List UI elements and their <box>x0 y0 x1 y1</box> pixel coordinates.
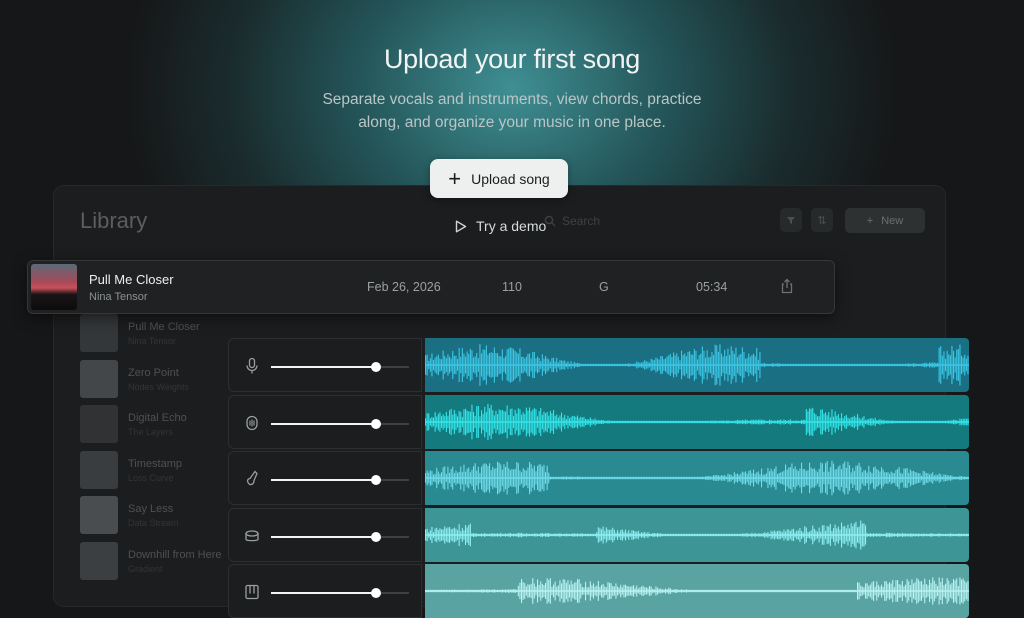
play-icon <box>455 220 467 232</box>
list-item-artist: Data Stream <box>128 518 179 528</box>
list-item-title: Timestamp <box>128 457 182 470</box>
subtitle-line-2: along, and organize your music in one pl… <box>358 114 666 131</box>
list-item-title: Digital Echo <box>128 412 187 424</box>
album-cover <box>31 264 77 310</box>
song-thumbnail <box>80 541 118 580</box>
volume-slider-knob[interactable] <box>370 531 381 542</box>
page-subtitle: Separate vocals and instruments, view ch… <box>0 88 1024 134</box>
plus-icon: + <box>866 214 874 227</box>
song-row[interactable]: Pull Me Closer Nina Tensor Feb 26, 2026 … <box>27 260 835 314</box>
volume-slider[interactable] <box>271 531 409 542</box>
song-thumbnail <box>80 314 118 352</box>
song-key: G <box>599 280 609 294</box>
try-demo-button[interactable]: Try a demo <box>455 218 546 234</box>
drum-icon <box>245 529 259 541</box>
upload-song-button[interactable]: + Upload song <box>430 159 568 198</box>
waveform[interactable] <box>425 394 969 449</box>
song-thumbnail <box>80 450 118 489</box>
volume-slider-knob[interactable] <box>370 588 381 598</box>
sort-button[interactable]: ⇅ <box>811 208 833 232</box>
filter-icon <box>787 217 795 224</box>
subtitle-line-1: Separate vocals and instruments, view ch… <box>322 91 702 108</box>
list-item-artist: Loss Curve <box>128 472 174 483</box>
song-thumbnail <box>80 359 118 398</box>
stem-track <box>228 564 969 618</box>
stem-controls <box>228 507 422 562</box>
volume-slider-fill <box>271 592 376 594</box>
page-title: Upload your first song <box>383 44 641 74</box>
stem-controls <box>228 564 422 618</box>
new-button[interactable]: + New <box>845 208 925 233</box>
waveform[interactable] <box>425 338 969 392</box>
volume-slider-knob[interactable] <box>370 418 381 429</box>
volume-slider[interactable] <box>271 362 409 372</box>
plus-icon: + <box>448 165 462 191</box>
piano-icon <box>245 584 259 600</box>
song-artist: Nina Tensor <box>89 291 148 303</box>
list-item-title: Downhill from Here <box>128 548 222 561</box>
stem-mixer <box>228 338 969 618</box>
share-icon[interactable] <box>780 278 794 294</box>
song-thumbnail <box>80 405 118 443</box>
waveform[interactable] <box>425 507 969 562</box>
upload-song-label: Upload song <box>471 170 550 187</box>
song-duration: 05:34 <box>696 280 728 294</box>
stem-track <box>228 507 969 562</box>
list-item-title: Pull Me Closer <box>128 321 200 333</box>
waveform[interactable] <box>425 451 969 505</box>
search-input[interactable]: Search <box>544 208 754 234</box>
list-item-artist: Nina Tensor <box>128 336 176 346</box>
volume-slider-fill <box>271 422 376 425</box>
volume-slider[interactable] <box>271 475 409 485</box>
list-item-title: Say Less <box>128 503 174 515</box>
waveform[interactable] <box>425 564 969 618</box>
stem-track <box>228 451 969 505</box>
try-demo-label: Try a demo <box>476 218 547 234</box>
song-title: Pull Me Closer <box>89 272 174 287</box>
volume-slider[interactable] <box>271 418 409 429</box>
microphone-icon <box>246 357 258 374</box>
list-item-title: Zero Point <box>128 366 179 379</box>
guitar-icon <box>246 470 258 486</box>
volume-slider[interactable] <box>271 588 409 598</box>
stem-track <box>228 394 969 449</box>
filter-button[interactable] <box>780 208 802 232</box>
volume-slider-fill <box>271 479 376 481</box>
search-placeholder: Search <box>562 214 601 228</box>
stem-controls <box>228 338 422 392</box>
volume-slider-fill <box>271 535 376 538</box>
library-title: Library <box>80 208 148 233</box>
list-item-artist: Gradient <box>128 563 163 574</box>
volume-slider-knob[interactable] <box>370 475 381 485</box>
list-item-artist: Nodes Weights <box>128 381 189 392</box>
new-label: New <box>881 214 904 227</box>
song-bpm: 110 <box>502 280 522 294</box>
song-date: Feb 26, 2026 <box>367 280 441 294</box>
volume-slider-fill <box>271 366 376 368</box>
stem-controls <box>228 451 422 505</box>
stem-track <box>228 338 969 392</box>
list-item-artist: The Layers <box>128 427 174 437</box>
volume-slider-knob[interactable] <box>370 362 381 372</box>
song-thumbnail <box>80 496 118 534</box>
sort-icon: ⇅ <box>817 214 827 227</box>
stem-controls <box>228 394 422 449</box>
vocals-icon <box>246 415 258 430</box>
